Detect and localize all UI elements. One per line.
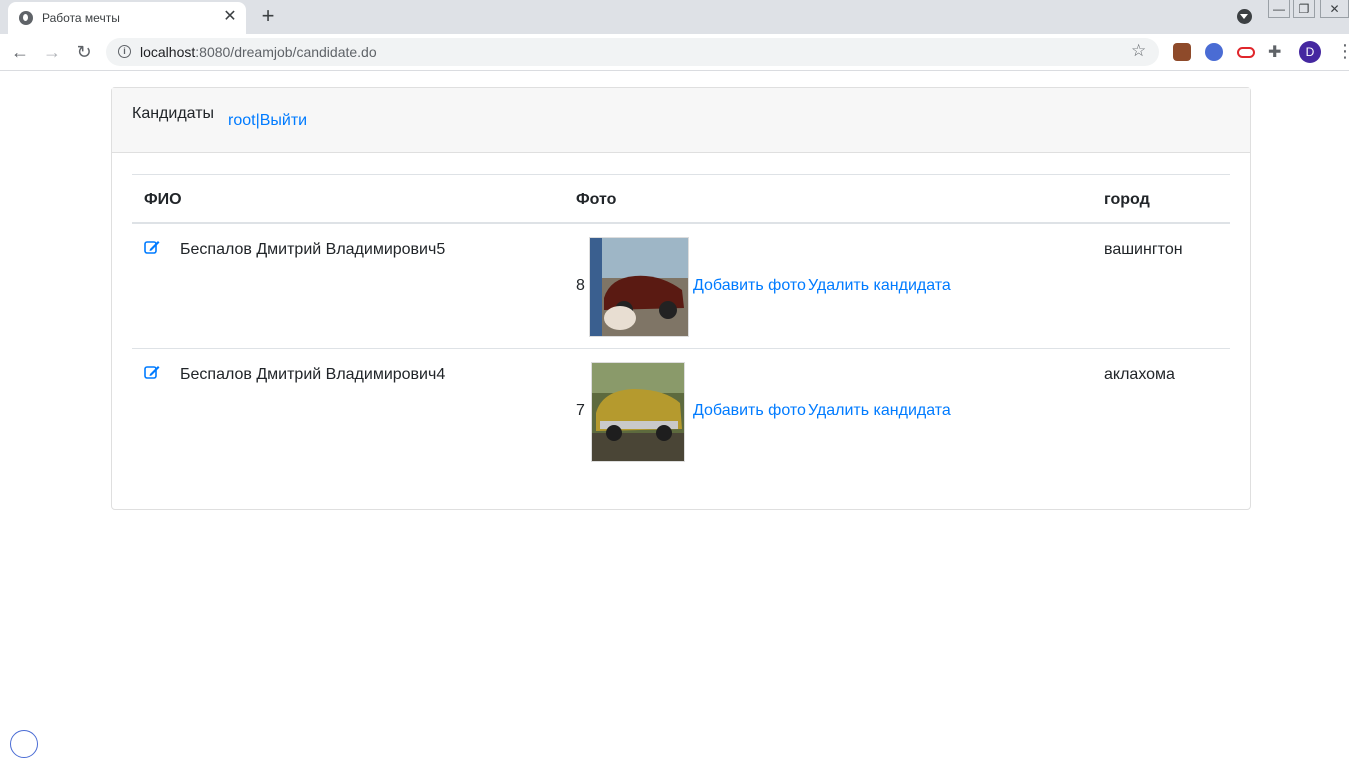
add-photo-link[interactable]: Добавить фото — [693, 277, 806, 295]
window-maximize-button[interactable]: ❐ — [1293, 0, 1315, 18]
candidate-id: 8 — [576, 277, 585, 294]
globe-icon — [19, 11, 33, 25]
table-row: Беспалов Дмитрий Владимирович5 8 Добавит… — [132, 224, 1230, 349]
add-photo-link[interactable]: Добавить фото — [693, 402, 806, 420]
browser-toolbar: ← → ↻ i localhost:8080/dreamjob/candidat… — [0, 34, 1349, 71]
candidates-table: ФИО Фото город Беспалов Дмитрий Владимир… — [132, 174, 1230, 474]
edit-icon[interactable] — [144, 365, 160, 379]
profile-avatar[interactable]: D — [1299, 41, 1321, 63]
card-header: Кандидаты root|Выйти — [112, 88, 1250, 153]
candidate-city: аклахома — [1104, 366, 1175, 383]
candidate-name: Беспалов Дмитрий Владимирович4 — [180, 366, 446, 383]
forward-icon[interactable]: → — [40, 40, 64, 64]
tab-search-icon[interactable] — [1237, 9, 1252, 24]
table-header: ФИО Фото город — [132, 174, 1230, 224]
address-bar[interactable]: i localhost:8080/dreamjob/candidate.do ☆ — [106, 38, 1159, 66]
more-menu-icon[interactable]: ⋮ — [1336, 40, 1349, 62]
reload-icon[interactable]: ↻ — [72, 40, 96, 64]
user-logout-link[interactable]: root|Выйти — [228, 112, 307, 130]
candidate-id: 7 — [576, 402, 585, 419]
table-row: Беспалов Дмитрий Владимирович4 7 Добавит… — [132, 349, 1230, 474]
column-header-photo: Фото — [576, 191, 617, 208]
tab-close-icon[interactable]: ✕ — [222, 8, 238, 26]
delete-candidate-link[interactable]: Удалить кандидата — [808, 277, 951, 295]
extension-icon[interactable] — [1173, 43, 1191, 61]
browser-tab[interactable]: Работа мечты ✕ — [8, 2, 246, 34]
window-close-button[interactable]: ✕ — [1320, 0, 1349, 18]
url-path: :8080/dreamjob/candidate.do — [195, 44, 377, 60]
candidate-photo — [591, 362, 685, 462]
browser-tabstrip: Работа мечты ✕ + — ❐ ✕ — [0, 0, 1349, 34]
candidates-card: Кандидаты root|Выйти ФИО Фото город Бесп… — [111, 87, 1251, 510]
candidate-photo — [589, 237, 689, 337]
candidate-name: Беспалов Дмитрий Владимирович5 — [180, 241, 446, 258]
logout-link[interactable]: Выйти — [260, 112, 307, 129]
new-tab-button[interactable]: + — [257, 5, 279, 27]
url-host: localhost — [140, 44, 196, 60]
column-header-city: город — [1104, 191, 1150, 208]
user-name[interactable]: root — [228, 112, 256, 129]
edit-icon[interactable] — [144, 240, 160, 254]
globe-extension-icon[interactable] — [1205, 43, 1223, 61]
window-minimize-button[interactable]: — — [1268, 0, 1290, 18]
partial-circle-icon — [10, 730, 38, 758]
candidate-city: вашингтон — [1104, 241, 1183, 258]
bookmark-star-icon[interactable]: ☆ — [1131, 41, 1146, 61]
column-header-name: ФИО — [144, 191, 182, 208]
tab-title: Работа мечты — [42, 11, 120, 25]
info-icon[interactable]: i — [118, 45, 131, 58]
back-icon[interactable]: ← — [8, 40, 32, 64]
delete-candidate-link[interactable]: Удалить кандидата — [808, 402, 951, 420]
cloud-extension-icon[interactable] — [1237, 47, 1255, 58]
page-title: Кандидаты — [132, 105, 215, 122]
url-text[interactable]: localhost:8080/dreamjob/candidate.do — [140, 44, 377, 60]
puzzle-icon[interactable]: ✚ — [1268, 42, 1281, 62]
